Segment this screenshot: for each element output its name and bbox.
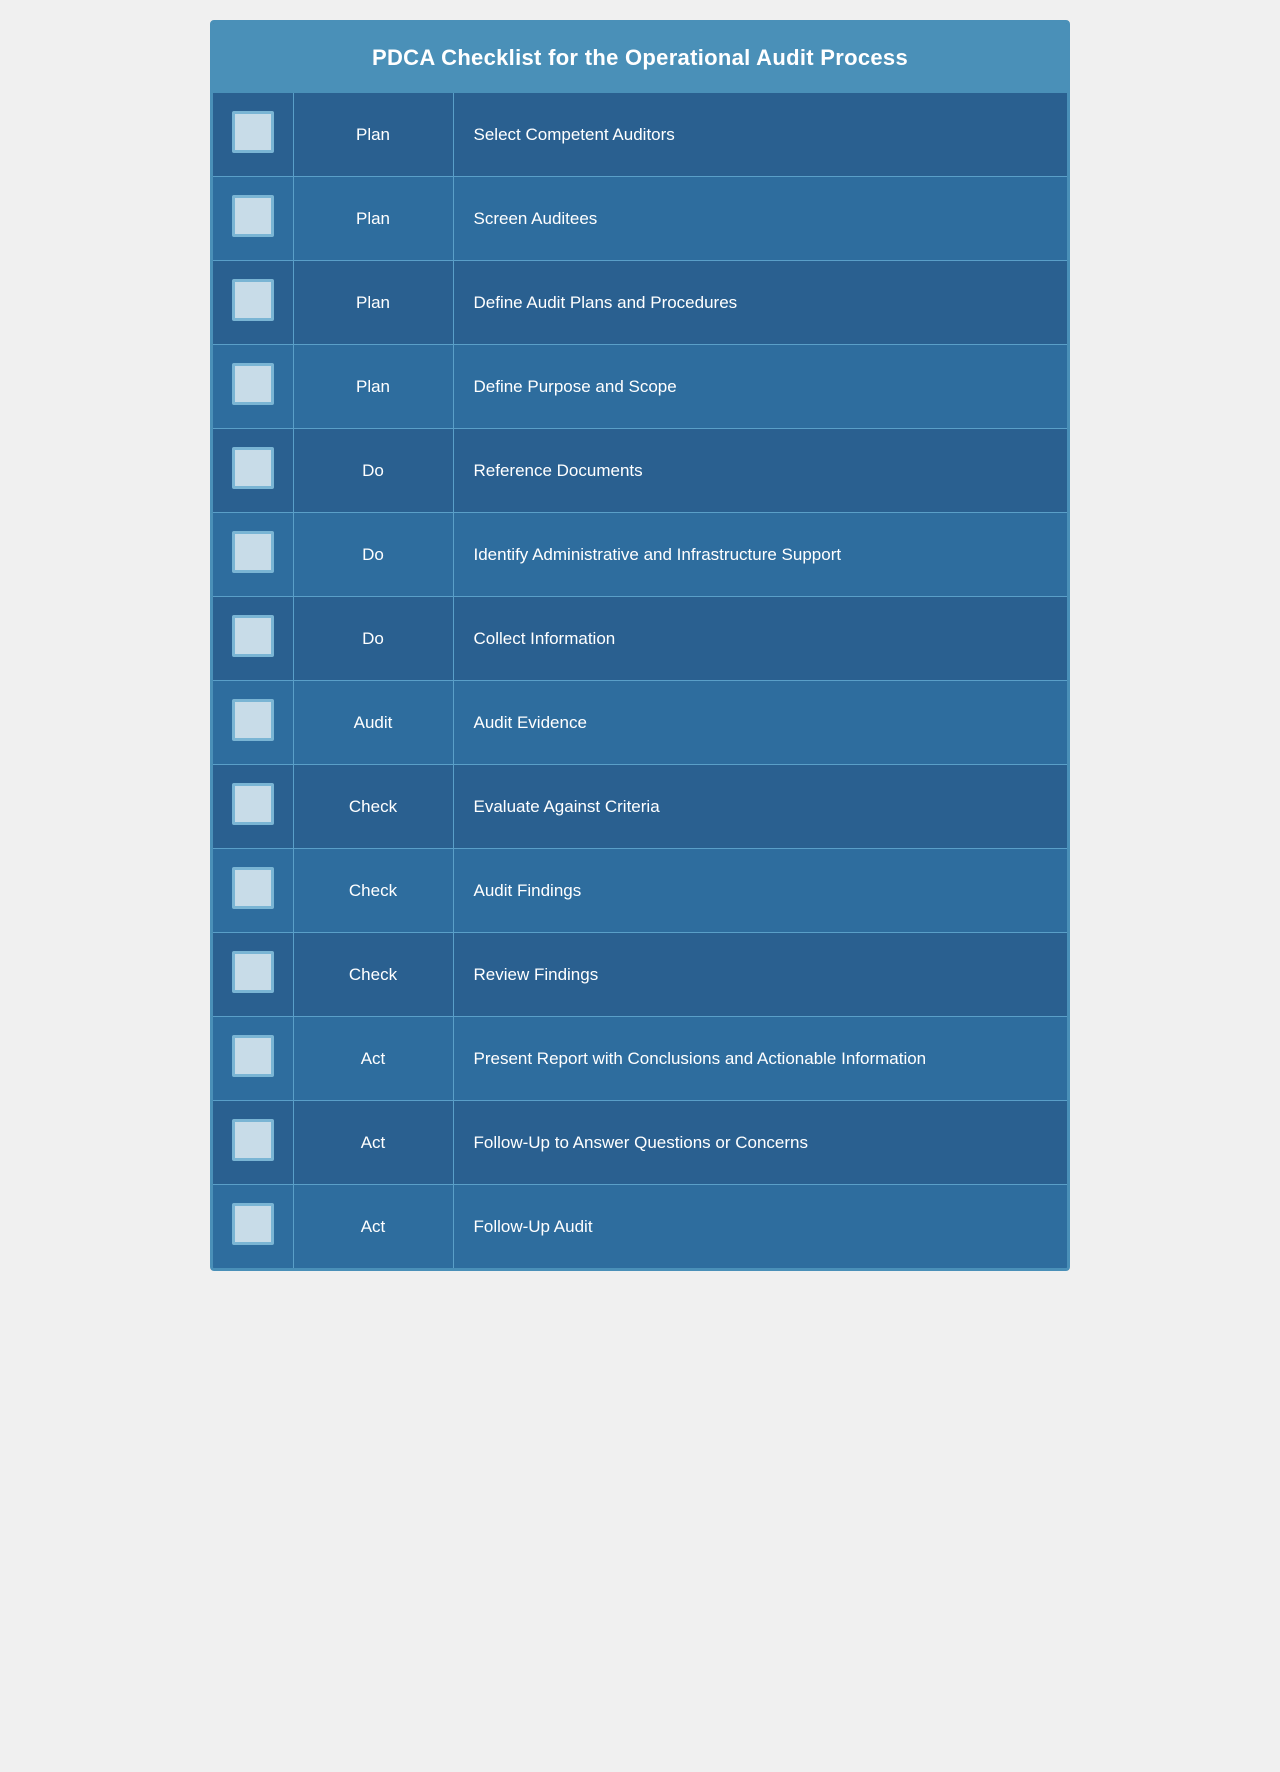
description-cell: Evaluate Against Criteria	[453, 765, 1067, 849]
checkbox-icon[interactable]	[232, 447, 274, 489]
checkbox-cell	[213, 1017, 293, 1101]
description-cell: Select Competent Auditors	[453, 93, 1067, 177]
description-cell: Identify Administrative and Infrastructu…	[453, 513, 1067, 597]
checkbox-icon[interactable]	[232, 615, 274, 657]
checkbox-icon[interactable]	[232, 867, 274, 909]
phase-cell: Plan	[293, 261, 453, 345]
phase-cell: Check	[293, 765, 453, 849]
description-cell: Audit Evidence	[453, 681, 1067, 765]
checklist-container: PDCA Checklist for the Operational Audit…	[210, 20, 1070, 1271]
table-row: DoIdentify Administrative and Infrastruc…	[213, 513, 1067, 597]
checklist-table: PlanSelect Competent AuditorsPlanScreen …	[213, 93, 1067, 1268]
checkbox-icon[interactable]	[232, 699, 274, 741]
checkbox-cell	[213, 597, 293, 681]
phase-cell: Check	[293, 933, 453, 1017]
description-cell: Define Audit Plans and Procedures	[453, 261, 1067, 345]
phase-cell: Do	[293, 429, 453, 513]
phase-cell: Do	[293, 597, 453, 681]
checkbox-cell	[213, 261, 293, 345]
description-cell: Follow-Up Audit	[453, 1185, 1067, 1269]
checkbox-cell	[213, 93, 293, 177]
checkbox-cell	[213, 1101, 293, 1185]
table-row: ActFollow-Up Audit	[213, 1185, 1067, 1269]
description-cell: Screen Auditees	[453, 177, 1067, 261]
table-row: PlanDefine Audit Plans and Procedures	[213, 261, 1067, 345]
table-row: AuditAudit Evidence	[213, 681, 1067, 765]
table-row: CheckEvaluate Against Criteria	[213, 765, 1067, 849]
description-cell: Follow-Up to Answer Questions or Concern…	[453, 1101, 1067, 1185]
table-row: ActFollow-Up to Answer Questions or Conc…	[213, 1101, 1067, 1185]
checkbox-icon[interactable]	[232, 951, 274, 993]
table-row: CheckReview Findings	[213, 933, 1067, 1017]
table-row: CheckAudit Findings	[213, 849, 1067, 933]
checkbox-icon[interactable]	[232, 1203, 274, 1245]
table-row: PlanSelect Competent Auditors	[213, 93, 1067, 177]
description-cell: Audit Findings	[453, 849, 1067, 933]
checkbox-cell	[213, 1185, 293, 1269]
checkbox-cell	[213, 429, 293, 513]
checkbox-icon[interactable]	[232, 531, 274, 573]
checkbox-icon[interactable]	[232, 1035, 274, 1077]
page-title: PDCA Checklist for the Operational Audit…	[213, 23, 1067, 93]
description-cell: Present Report with Conclusions and Acti…	[453, 1017, 1067, 1101]
description-cell: Collect Information	[453, 597, 1067, 681]
checkbox-cell	[213, 177, 293, 261]
phase-cell: Act	[293, 1185, 453, 1269]
checkbox-icon[interactable]	[232, 111, 274, 153]
phase-cell: Act	[293, 1101, 453, 1185]
table-row: DoCollect Information	[213, 597, 1067, 681]
description-cell: Define Purpose and Scope	[453, 345, 1067, 429]
table-row: PlanDefine Purpose and Scope	[213, 345, 1067, 429]
description-cell: Reference Documents	[453, 429, 1067, 513]
phase-cell: Plan	[293, 345, 453, 429]
checkbox-cell	[213, 849, 293, 933]
table-row: ActPresent Report with Conclusions and A…	[213, 1017, 1067, 1101]
table-row: DoReference Documents	[213, 429, 1067, 513]
table-row: PlanScreen Auditees	[213, 177, 1067, 261]
phase-cell: Plan	[293, 177, 453, 261]
phase-cell: Do	[293, 513, 453, 597]
description-cell: Review Findings	[453, 933, 1067, 1017]
checkbox-cell	[213, 933, 293, 1017]
checkbox-icon[interactable]	[232, 783, 274, 825]
checkbox-icon[interactable]	[232, 1119, 274, 1161]
phase-cell: Audit	[293, 681, 453, 765]
checkbox-cell	[213, 345, 293, 429]
checkbox-icon[interactable]	[232, 279, 274, 321]
checkbox-icon[interactable]	[232, 195, 274, 237]
phase-cell: Check	[293, 849, 453, 933]
phase-cell: Act	[293, 1017, 453, 1101]
checkbox-cell	[213, 765, 293, 849]
checkbox-icon[interactable]	[232, 363, 274, 405]
checkbox-cell	[213, 681, 293, 765]
checkbox-cell	[213, 513, 293, 597]
phase-cell: Plan	[293, 93, 453, 177]
